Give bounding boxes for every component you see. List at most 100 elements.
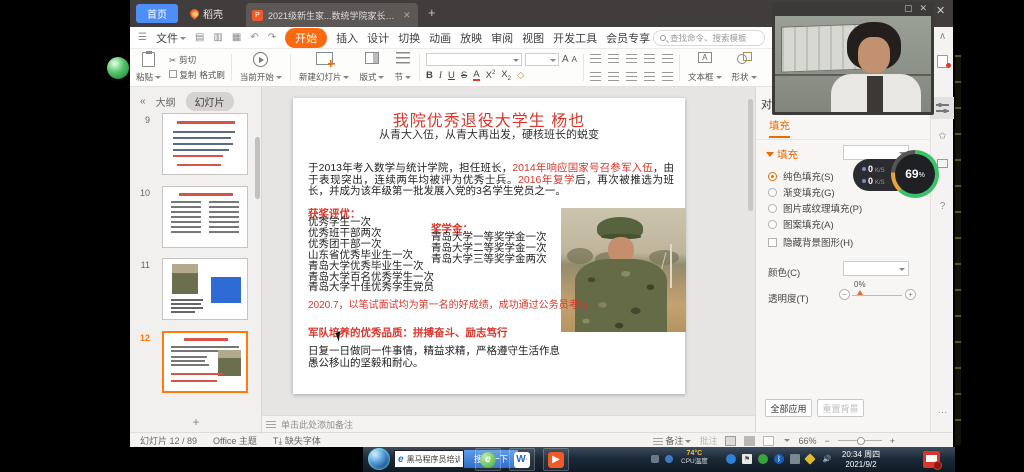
underline-button[interactable]: U: [448, 70, 455, 81]
closing-lines[interactable]: 日复一日做同一件事情，精益求精，严格遵守生活作息 愚公移山的坚毅和耐心。: [308, 346, 560, 369]
decrease-font-button[interactable]: A: [572, 55, 577, 64]
transparency-minus-button[interactable]: −: [839, 289, 850, 300]
strikethrough-button[interactable]: S: [461, 70, 467, 81]
cut-button[interactable]: ✂剪切: [169, 54, 225, 66]
more-icon[interactable]: ···: [931, 407, 954, 418]
normal-view-icon[interactable]: [725, 436, 736, 446]
comments-toggle[interactable]: 批注: [699, 434, 717, 447]
font-name-combo[interactable]: [426, 53, 522, 66]
color-dropdown[interactable]: [843, 261, 909, 276]
superscript-button[interactable]: X2: [486, 70, 496, 81]
edit-scrollbar[interactable]: [748, 99, 753, 211]
indent-increase-icon[interactable]: [644, 54, 655, 63]
network-icon[interactable]: [790, 454, 800, 464]
slide-subtitle[interactable]: 从青大入伍，从青大再出发，硬核班长的蜕变: [293, 126, 685, 142]
tab-slides[interactable]: 幻灯片: [186, 92, 234, 111]
new-slide-button[interactable]: 新建幻灯片: [297, 51, 352, 84]
menu-member[interactable]: 会员专享: [606, 30, 650, 46]
copy-button[interactable]: 复制: [169, 69, 196, 81]
align-right-icon[interactable]: [626, 72, 637, 81]
tray-blue-icon[interactable]: [726, 454, 736, 464]
effects-star-icon[interactable]: ✩: [931, 131, 954, 142]
distribute-icon[interactable]: [662, 72, 673, 81]
screen-share-red-icon[interactable]: [923, 451, 940, 468]
layout-button[interactable]: 版式: [357, 51, 386, 84]
slide-canvas[interactable]: 我院优秀退役大学生 杨也 从青大入伍，从青大再出发，硬核班长的蜕变 于2013年…: [293, 98, 685, 394]
taskbar-search-input[interactable]: e 黑马程序员培训...: [394, 450, 464, 468]
zoom-out-button[interactable]: −: [824, 436, 829, 446]
menu-file[interactable]: 文件: [156, 30, 186, 46]
tray-flag-icon[interactable]: ⚑: [742, 454, 752, 464]
reset-background-button[interactable]: 重置背景: [817, 399, 864, 417]
save-icon[interactable]: ▤: [195, 32, 204, 43]
radio-gradient-fill[interactable]: 渐变填充(G): [768, 185, 835, 199]
line-spacing-icon[interactable]: [662, 54, 673, 63]
align-left-icon[interactable]: [590, 72, 601, 81]
bluetooth-icon[interactable]: ᛒ: [774, 454, 784, 464]
increase-font-button[interactable]: A: [562, 54, 569, 65]
slide-sorter-icon[interactable]: [744, 436, 755, 446]
zoom-level[interactable]: 66%: [798, 436, 816, 446]
paste-button[interactable]: 粘贴: [134, 51, 163, 84]
close-icon[interactable]: ✕: [936, 4, 945, 17]
add-slide-button[interactable]: +: [130, 415, 262, 429]
new-tab-button[interactable]: +: [428, 5, 436, 20]
menu-start[interactable]: 开始: [285, 28, 327, 48]
highlight-button[interactable]: ◇: [517, 70, 524, 81]
taskbar-app-wps[interactable]: W·: [509, 448, 535, 471]
slide-paragraph[interactable]: 于2013年考入数学与统计学院，担任班长，2014年响应国家号召参军入伍，由于表…: [308, 163, 674, 198]
missing-font-warning[interactable]: T⤓ 缺失字体: [273, 434, 321, 447]
hamburger-icon[interactable]: ☰: [138, 32, 147, 43]
menu-transition[interactable]: 切换: [398, 30, 420, 46]
apply-all-button[interactable]: 全部应用: [765, 399, 812, 417]
slide-thumbnail-9[interactable]: [162, 113, 248, 175]
notes-toggle[interactable]: 备注: [653, 434, 692, 447]
panel-collapse-button[interactable]: «: [140, 96, 146, 107]
chevron-down-icon[interactable]: [784, 439, 790, 442]
collapse-panel-icon[interactable]: ∧: [931, 31, 954, 42]
soldier-photo[interactable]: [561, 208, 686, 332]
awards-list[interactable]: 优秀学生一次 优秀班干部两次 优秀团干部一次 山东省优秀毕业生一次 青岛大学优秀…: [308, 217, 434, 293]
bold-button[interactable]: B: [426, 70, 433, 81]
slide-thumbnail-11[interactable]: [162, 258, 248, 320]
menu-animation[interactable]: 动画: [429, 30, 451, 46]
tab-shell[interactable]: 稻壳: [184, 4, 229, 23]
slider-handle[interactable]: [857, 290, 863, 295]
tab-close-icon[interactable]: ✕: [403, 10, 411, 21]
bullets-icon[interactable]: [590, 54, 601, 63]
webcam-maximize-icon[interactable]: ▢: [904, 3, 913, 14]
checkbox-hide-background[interactable]: 隐藏背景图形(H): [768, 235, 853, 249]
tab-outline[interactable]: 大纲: [156, 94, 176, 109]
tray-dot-icon[interactable]: [665, 455, 673, 463]
indent-decrease-icon[interactable]: [626, 54, 637, 63]
section-button[interactable]: 节: [392, 51, 413, 84]
font-size-combo[interactable]: [525, 53, 559, 66]
redo-icon[interactable]: ↷: [268, 32, 276, 43]
menu-view[interactable]: 视图: [522, 30, 544, 46]
menu-insert[interactable]: 插入: [336, 30, 358, 46]
taskbar-app-browser[interactable]: e: [475, 448, 501, 471]
tab-document[interactable]: P 2021级新生家...数统学院家长会（ ） ✕: [246, 3, 418, 27]
show-hidden-icons[interactable]: [651, 455, 659, 463]
textbox-button[interactable]: A 文本框: [686, 51, 724, 84]
italic-button[interactable]: I: [439, 71, 442, 81]
menu-slideshow[interactable]: 放映: [460, 30, 482, 46]
format-painter-button[interactable]: 格式刷: [199, 69, 225, 81]
panel-scrollbar[interactable]: [255, 137, 260, 199]
radio-solid-fill[interactable]: 纯色填充(S): [768, 169, 834, 183]
transparency-plus-button[interactable]: +: [905, 289, 916, 300]
zoom-slider[interactable]: [838, 440, 882, 441]
tray-diamond-icon[interactable]: [804, 453, 815, 464]
theme-name[interactable]: Office 主题: [213, 434, 257, 447]
slide-thumbnail-10[interactable]: [162, 186, 248, 248]
scholarship-list[interactable]: 青岛大学一等奖学金一次 青岛大学二等奖学金一次 青岛大学三等奖学金两次: [431, 232, 547, 265]
undo-icon[interactable]: ↶: [250, 32, 258, 43]
print-icon[interactable]: ▥: [213, 32, 222, 43]
command-search-input[interactable]: 查找命令、搜索模板: [653, 30, 765, 46]
net-speed-widget[interactable]: 0K/S 0K/S 69%: [853, 150, 939, 198]
fill-section-header[interactable]: 填充: [766, 147, 798, 162]
justify-icon[interactable]: [644, 72, 655, 81]
font-color-button[interactable]: A: [473, 70, 479, 81]
help-icon[interactable]: ?: [931, 201, 954, 212]
zoom-slider-handle[interactable]: [857, 437, 865, 445]
